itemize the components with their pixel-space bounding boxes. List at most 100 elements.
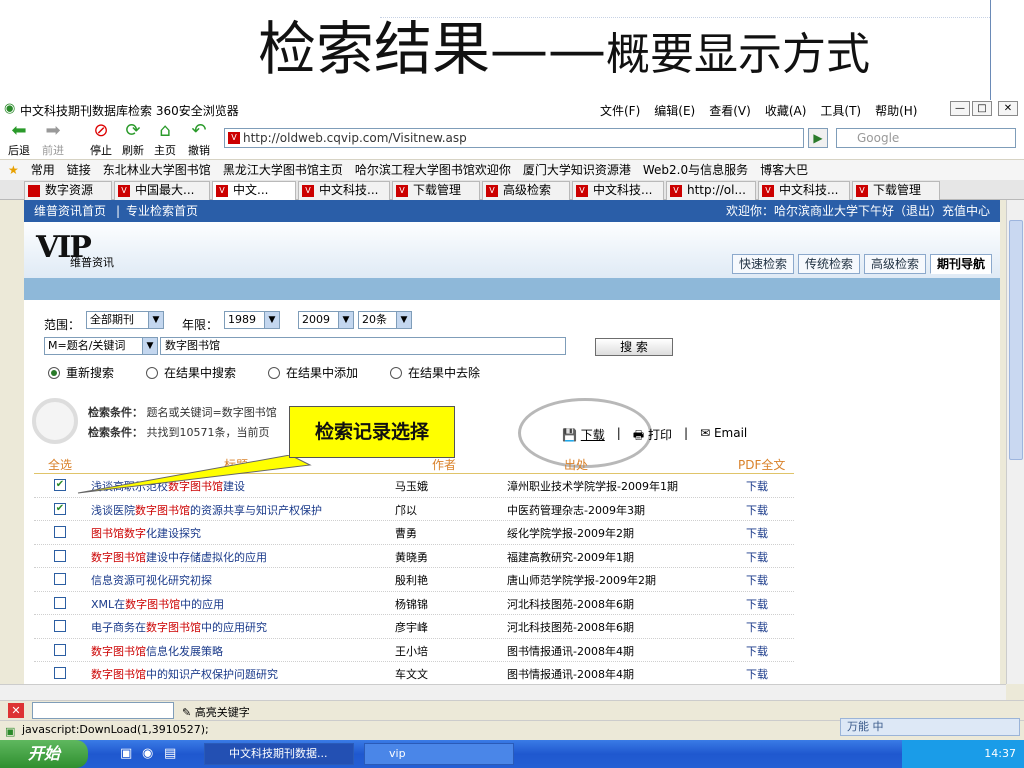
tab[interactable]: 数字资源 [24,181,112,200]
bookmark-item[interactable]: 常用 [31,160,55,180]
row-checkbox[interactable]: ✔ [54,502,66,515]
tab-active[interactable]: V 中文... [212,181,296,200]
radio-search-within[interactable]: 在结果中搜索 [146,366,236,380]
download-action[interactable]: 💾 下载 [562,426,605,447]
query-input[interactable]: 数字图书馆 [160,337,566,355]
quicklaunch-app-icon[interactable]: ▤ [164,746,176,761]
pdf-download-link[interactable]: 下载 [746,596,768,612]
bookmark-item[interactable]: Web2.0与信息服务 [643,160,748,180]
close-window-button[interactable]: ✕ [998,101,1018,116]
star-icon[interactable]: ★ [8,160,19,180]
pdf-download-link[interactable]: 下载 [746,525,768,541]
print-action[interactable]: 🖶 打印 [633,426,672,447]
scroll-thumb[interactable] [1009,220,1023,460]
menu-edit[interactable]: 编辑(E) [654,102,695,119]
refresh-button[interactable]: ⟳ 刷新 [116,120,150,158]
tab[interactable]: V 下载管理 [852,181,940,200]
tab[interactable]: V 中文科技... [758,181,850,200]
article-title-link[interactable]: 数字图书馆信息化发展策略 [91,643,223,659]
radio-add-results[interactable]: 在结果中添加 [268,366,358,380]
stop-button[interactable]: ⊘ 停止 [84,120,118,158]
task-browser[interactable]: 中文科技期刊数据... [204,743,354,765]
search-condition: 检索条件： 题名或关键词=数字图书馆 [88,406,277,419]
row-checkbox[interactable] [54,596,66,609]
link-vip-home[interactable]: 维普资讯首页 [34,200,106,222]
disk-icon: 💾 [562,428,577,442]
taskbar: 开始 ▣ ◉ ▤ 中文科技期刊数据... vip 14:37 [0,740,1024,768]
row-checkbox[interactable] [54,549,66,562]
menu-favorites[interactable]: 收藏(A) [765,102,807,119]
row-checkbox[interactable] [54,667,66,679]
forward-button[interactable]: ➡ 前进 [36,120,70,158]
minimize-button[interactable]: — [950,101,970,116]
scope-select[interactable]: 全部期刊 ▼ [86,311,164,329]
tab[interactable]: V 中国最大... [114,181,210,200]
radio-remove-results[interactable]: 在结果中去除 [390,366,480,380]
horizontal-scrollbar[interactable] [0,684,1006,700]
row-checkbox[interactable] [54,573,66,585]
pdf-download-link[interactable]: 下载 [746,666,768,682]
maximize-button[interactable]: □ [972,101,992,116]
row-checkbox[interactable] [54,620,66,632]
article-title-link[interactable]: XML在数字图书馆中的应用 [91,596,224,612]
tab[interactable]: V 中文科技... [298,181,390,200]
tab-advanced-search[interactable]: 高级检索 [863,254,926,274]
vertical-scrollbar[interactable] [1006,200,1024,684]
link-pro-search[interactable]: 专业检索首页 [126,200,198,222]
task-vip[interactable]: vip [364,743,514,765]
find-input[interactable] [32,702,174,719]
row-checkbox[interactable] [54,526,66,538]
article-title-link[interactable]: 信息资源可视化研究初探 [91,572,212,588]
tab[interactable]: V 下载管理 [392,181,480,200]
search-box[interactable]: Google [836,128,1016,148]
quicklaunch-browser-icon[interactable]: ◉ [142,746,153,761]
bookmark-item[interactable]: 厦门大学知识资源港 [523,160,631,180]
article-title-link[interactable]: 图书馆数字化建设探究 [91,525,201,541]
start-button[interactable]: 开始 [0,740,88,768]
tab[interactable]: V 中文科技... [572,181,664,200]
ime-toolbar[interactable]: 万能 中 [840,718,1020,736]
bookmark-item[interactable]: 哈尔滨工程大学图书馆欢迎你 [355,160,511,180]
article-title-link[interactable]: 数字图书馆中的知识产权保护问题研究 [91,666,278,682]
bookmark-item[interactable]: 博客大巴 [760,160,808,180]
pdf-download-link[interactable]: 下载 [746,572,768,588]
field-select[interactable]: M=题名/关键词 ▼ [44,337,158,355]
email-action[interactable]: ✉ Email [700,426,747,447]
menu-view[interactable]: 查看(V) [709,102,751,119]
quicklaunch-icon[interactable]: ▣ [120,746,132,761]
menu-file[interactable]: 文件(F) [600,102,640,119]
select-all-link[interactable]: 全选 [48,456,72,473]
bookmark-item[interactable]: 东北林业大学图书馆 [103,160,211,180]
undo-button[interactable]: ↶ 撤销 [182,120,216,158]
radio-new-search[interactable]: 重新搜索 [48,366,114,380]
address-bar[interactable]: Vhttp://oldweb.cqvip.com/Visitnew.asp [224,128,804,148]
tab[interactable]: V 高级检索 [482,181,570,200]
tab-quick-search[interactable]: 快速检索 [731,254,794,274]
pdf-download-link[interactable]: 下载 [746,619,768,635]
per-page-select[interactable]: 20条 ▼ [358,311,412,329]
menu-tools[interactable]: 工具(T) [820,102,861,119]
home-button[interactable]: ⌂ 主页 [148,120,182,158]
year-to-select[interactable]: 2009 ▼ [298,311,354,329]
tab-journal-nav[interactable]: 期刊导航 [929,254,992,274]
tab-traditional-search[interactable]: 传统检索 [797,254,860,274]
bookmark-item[interactable]: 链接 [67,160,91,180]
go-button[interactable]: ▶ [808,128,828,148]
pdf-download-link[interactable]: 下载 [746,643,768,659]
article-title-link[interactable]: 电子商务在数字图书馆中的应用研究 [91,619,267,635]
pdf-download-link[interactable]: 下载 [746,502,768,518]
tab[interactable]: Vhttp://ol... [666,181,756,200]
highlight-keyword-button[interactable]: ✎ 高亮关键字 [182,704,250,720]
row-checkbox[interactable]: ✔ [54,479,66,491]
table-row: 图书馆数字化建设探究 曹勇 绥化学院学报-2009年2期 下载 [34,521,794,545]
pdf-download-link[interactable]: 下载 [746,478,768,494]
article-title-link[interactable]: 数字图书馆建设中存储虚拟化的应用 [91,549,267,565]
close-find-icon[interactable]: ✕ [8,703,24,718]
search-button[interactable]: 搜 索 [595,338,673,356]
menu-help[interactable]: 帮助(H) [875,102,917,119]
bookmark-item[interactable]: 黑龙江大学图书馆主页 [223,160,343,180]
row-checkbox[interactable] [54,643,66,656]
pdf-download-link[interactable]: 下载 [746,549,768,565]
year-from-select[interactable]: 1989 ▼ [224,311,280,329]
back-button[interactable]: ⬅ 后退 [2,120,36,158]
